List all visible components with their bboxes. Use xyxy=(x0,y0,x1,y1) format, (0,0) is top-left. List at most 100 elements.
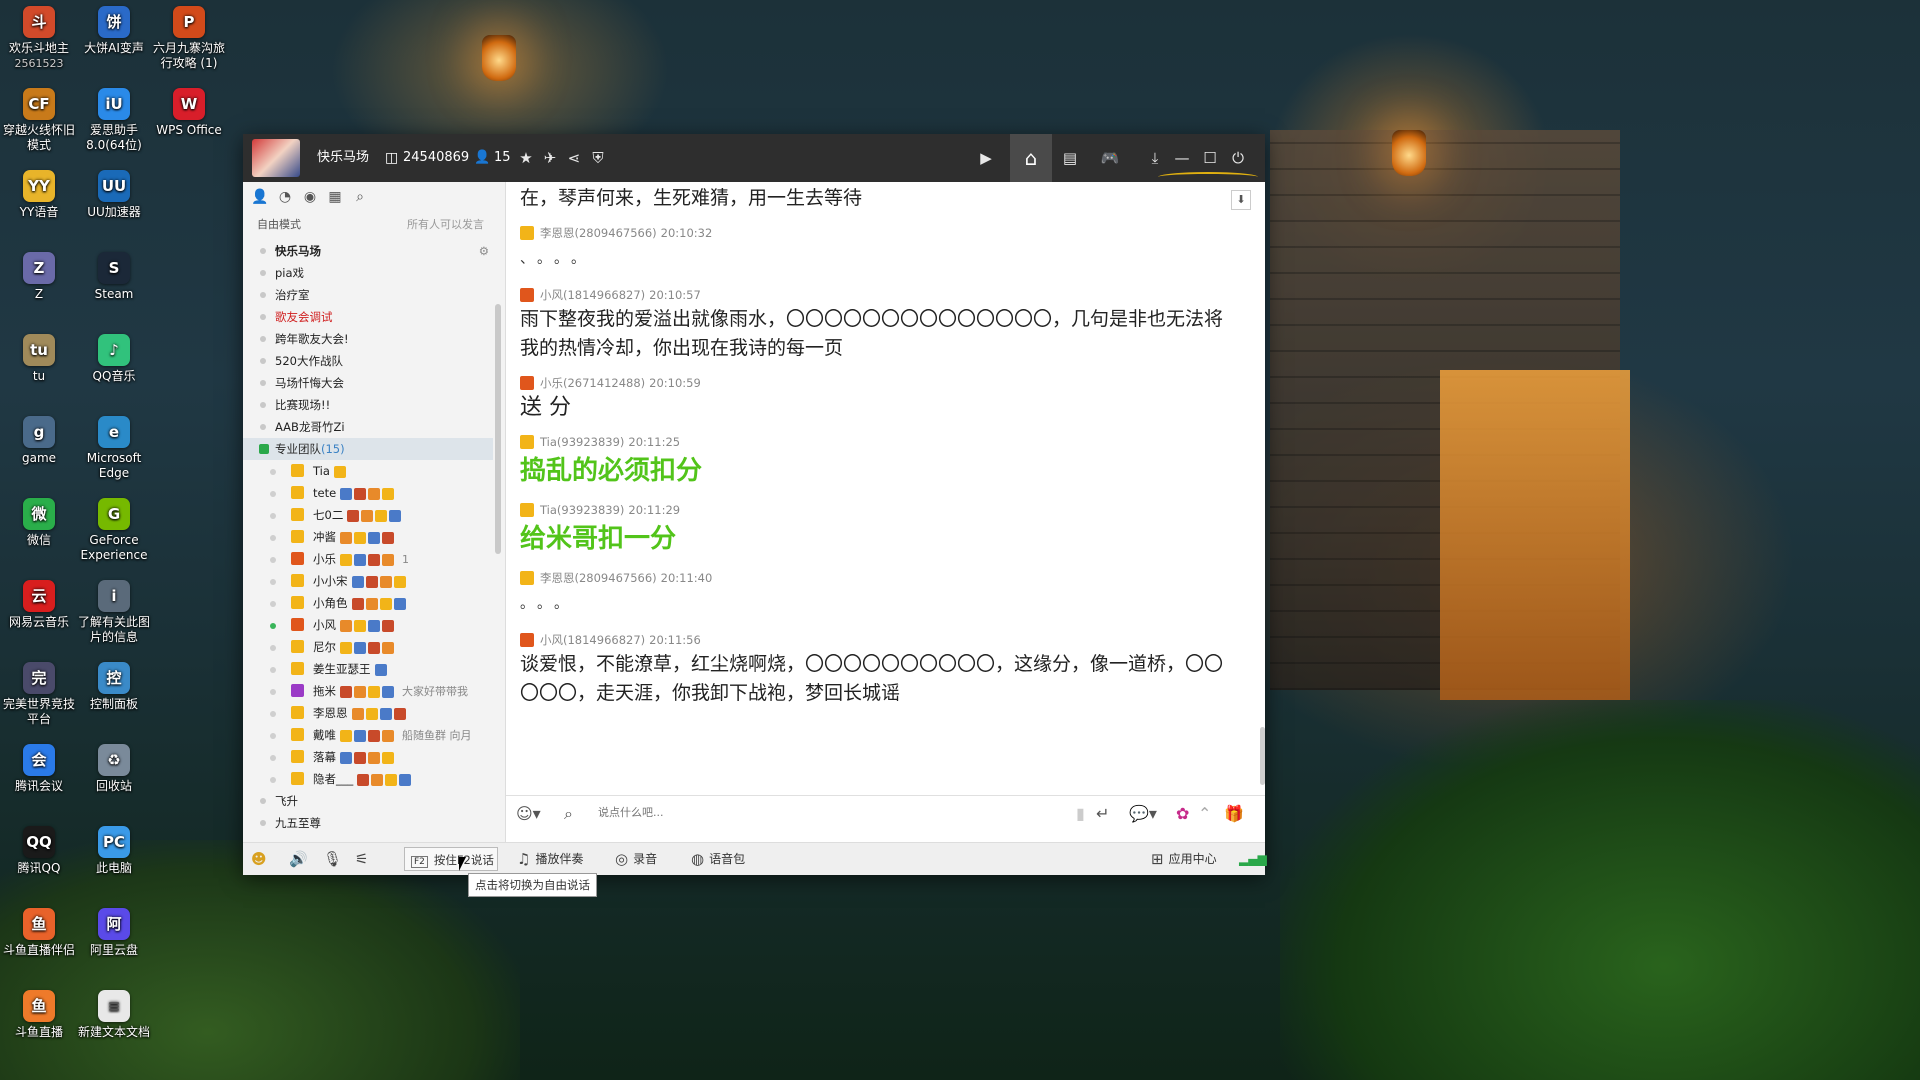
notes-icon[interactable]: ▦ xyxy=(326,188,344,206)
push-to-talk-button[interactable]: F2 按住F2说话 xyxy=(404,847,498,871)
microphone-icon[interactable]: 🎙 xyxy=(323,843,342,875)
member-row[interactable]: Tia xyxy=(243,460,493,482)
member-row[interactable]: 隐者___ xyxy=(243,768,493,790)
speaker-icon[interactable]: 🔊 xyxy=(289,843,308,875)
shield-icon[interactable]: ⛨ xyxy=(586,146,610,170)
desktop-icon[interactable]: PC 此电脑 xyxy=(77,826,151,876)
member-row[interactable]: 姜生亚瑟王 xyxy=(243,658,493,680)
member-row[interactable]: 李恩恩 xyxy=(243,702,493,724)
record-button[interactable]: ◎ 录音 xyxy=(615,843,657,875)
desktop-icon[interactable]: 阿阿里云盘 xyxy=(77,908,151,958)
desktop-icon[interactable]: 饼大饼AI变声 xyxy=(77,6,151,56)
desktop-icon[interactable]: ♻ 回收站 xyxy=(77,744,151,794)
mode-label[interactable]: 自由模式 xyxy=(257,216,301,232)
video-icon[interactable]: ▶ xyxy=(974,146,998,170)
desktop-icon[interactable]: i 了解有关此图片的信息 xyxy=(77,580,151,645)
share-icon[interactable]: ⋖ xyxy=(562,146,586,170)
channel-item[interactable]: 比赛现场!! xyxy=(243,394,493,416)
gamepad-icon[interactable]: 🎮 xyxy=(1098,146,1122,170)
search-icon[interactable]: ⌕ xyxy=(351,188,369,206)
channel-item[interactable]: pia戏 xyxy=(243,262,493,284)
chevron-up-icon[interactable]: ⌃ xyxy=(1198,804,1211,823)
channel-item[interactable]: 歌友会调试 xyxy=(243,306,493,328)
minimize-icon[interactable]: — xyxy=(1170,146,1194,170)
person-icon[interactable]: 👤 xyxy=(251,188,269,206)
desktop-icon[interactable]: CF 穿越火线怀旧模式 xyxy=(2,88,76,153)
member-row[interactable]: 冲酱 xyxy=(243,526,493,548)
sender-name[interactable]: Tia(93923839) xyxy=(540,435,624,449)
title-bar[interactable]: 快乐马场 ◫ 24540869 👤 15 ★ ✈ ⋖ ⛨ ▶ ⌂ ▤ 🎮 ⤓ —… xyxy=(243,134,1265,182)
play-music-button[interactable]: ♫ 播放伴奏 xyxy=(517,843,583,875)
member-row[interactable]: 尼尔 xyxy=(243,636,493,658)
desktop-icon[interactable]: g game xyxy=(2,416,76,466)
desktop-icon[interactable]: P 六月九寨沟旅行攻略 (1) xyxy=(152,6,226,71)
channel-item[interactable]: 治疗室 xyxy=(243,284,493,306)
robot-icon[interactable]: ⚙ xyxy=(479,240,489,262)
chat-scrollbar[interactable] xyxy=(1260,727,1265,785)
enter-send-icon[interactable]: ↵ xyxy=(1096,804,1109,823)
channel-item[interactable]: AAB龙哥竹Zi xyxy=(243,416,493,438)
desktop-icon[interactable]: e Microsoft Edge xyxy=(77,416,151,481)
member-row[interactable]: 拖米 大家好带带我 xyxy=(243,680,493,702)
app-center-button[interactable]: ⊞ 应用中心 xyxy=(1151,843,1217,875)
member-row[interactable]: 小乐 1 xyxy=(243,548,493,570)
sender-name[interactable]: 小风(1814966827) xyxy=(540,288,645,302)
scroll-down-button[interactable]: ⬇ xyxy=(1231,190,1251,210)
tree-root-channel[interactable]: 快乐马场 ⚙ xyxy=(243,240,493,262)
desktop-icon[interactable]: 会腾讯会议 xyxy=(2,744,76,794)
sender-name[interactable]: Tia(93923839) xyxy=(540,503,624,517)
channel-item[interactable]: 九五至尊 xyxy=(243,812,493,834)
desktop-icon[interactable]: 微微信 xyxy=(2,498,76,548)
channel-item[interactable]: 飞升 xyxy=(243,790,493,812)
sender-name[interactable]: 小风(1814966827) xyxy=(540,633,645,647)
channel-item[interactable]: 跨年歌友大会! xyxy=(243,328,493,350)
voice-pack-button[interactable]: ◍ 语音包 xyxy=(691,843,745,875)
mascot-icon[interactable]: ☻ xyxy=(251,843,267,875)
sender-name[interactable]: 李恩恩(2809467566) xyxy=(540,571,657,585)
member-row[interactable]: 小小宋 xyxy=(243,570,493,592)
desktop-icon[interactable]: G GeForce Experience xyxy=(77,498,151,563)
member-row[interactable]: 小角色 xyxy=(243,592,493,614)
bubble-menu-icon[interactable]: 💬▾ xyxy=(1129,804,1157,823)
desktop-icon[interactable]: YY YY语音 xyxy=(2,170,76,220)
desktop-icon[interactable]: S Steam xyxy=(77,252,151,302)
maximize-icon[interactable]: ☐ xyxy=(1198,146,1222,170)
channel-item[interactable]: 520大作战队 xyxy=(243,350,493,372)
sticker-search-icon[interactable]: ⌕ xyxy=(564,804,573,824)
home-button[interactable]: ⌂ xyxy=(1010,134,1052,182)
member-row[interactable]: 戴唯 船随鱼群 向月 xyxy=(243,724,493,746)
member-row[interactable]: 小风 xyxy=(243,614,493,636)
desktop-icon[interactable]: W WPS Office xyxy=(152,88,226,138)
sender-name[interactable]: 小乐(2671412488) xyxy=(540,376,645,390)
member-row[interactable]: tete xyxy=(243,482,493,504)
sender-name[interactable]: 李恩恩(2809467566) xyxy=(540,226,657,240)
channel-item[interactable]: 马场忏悔大会 xyxy=(243,372,493,394)
desktop-icon[interactable]: 完完美世界竞技平台 xyxy=(2,662,76,727)
desktop-icon[interactable]: ♪ QQ音乐 xyxy=(77,334,151,384)
expand-toggle-icon[interactable] xyxy=(259,444,269,454)
plane-icon[interactable]: ✈ xyxy=(538,146,562,170)
download-icon[interactable]: ⤓ xyxy=(1143,146,1167,170)
location-pin-icon[interactable]: ◉ xyxy=(301,188,319,206)
desktop-icon[interactable]: 鱼斗鱼直播 xyxy=(2,990,76,1040)
member-row[interactable]: 落幕 xyxy=(243,746,493,768)
member-row[interactable]: 七0二 xyxy=(243,504,493,526)
channel-group-expanded[interactable]: 专业团队(15) xyxy=(243,438,493,460)
gift-icon[interactable]: 🎁 xyxy=(1224,804,1244,823)
desktop-icon[interactable]: UU UU加速器 xyxy=(77,170,151,220)
emoji-game-icon[interactable]: ☺▾ xyxy=(516,804,541,823)
desktop-icon[interactable]: ZZ xyxy=(2,252,76,302)
equalizer-icon[interactable]: ⚟ xyxy=(355,843,368,875)
desktop-icon[interactable]: 云网易云音乐 xyxy=(2,580,76,630)
chat-bubble-icon[interactable]: ◔ xyxy=(276,188,294,206)
flower-icon[interactable]: ✿ xyxy=(1176,804,1189,823)
desktop-icon[interactable]: 控控制面板 xyxy=(77,662,151,712)
desktop-icon[interactable]: 斗欢乐斗地主 2561523 xyxy=(2,6,76,71)
favorite-star-icon[interactable]: ★ xyxy=(514,146,538,170)
desktop-icon[interactable]: tu tu xyxy=(2,334,76,384)
channel-avatar[interactable] xyxy=(252,139,300,177)
tree-scrollbar[interactable] xyxy=(495,304,501,554)
desktop-icon[interactable]: 鱼斗鱼直播伴侣 xyxy=(2,908,76,958)
desktop-icon[interactable]: QQ 腾讯QQ xyxy=(2,826,76,876)
power-close-icon[interactable]: ⏻ xyxy=(1226,146,1250,170)
